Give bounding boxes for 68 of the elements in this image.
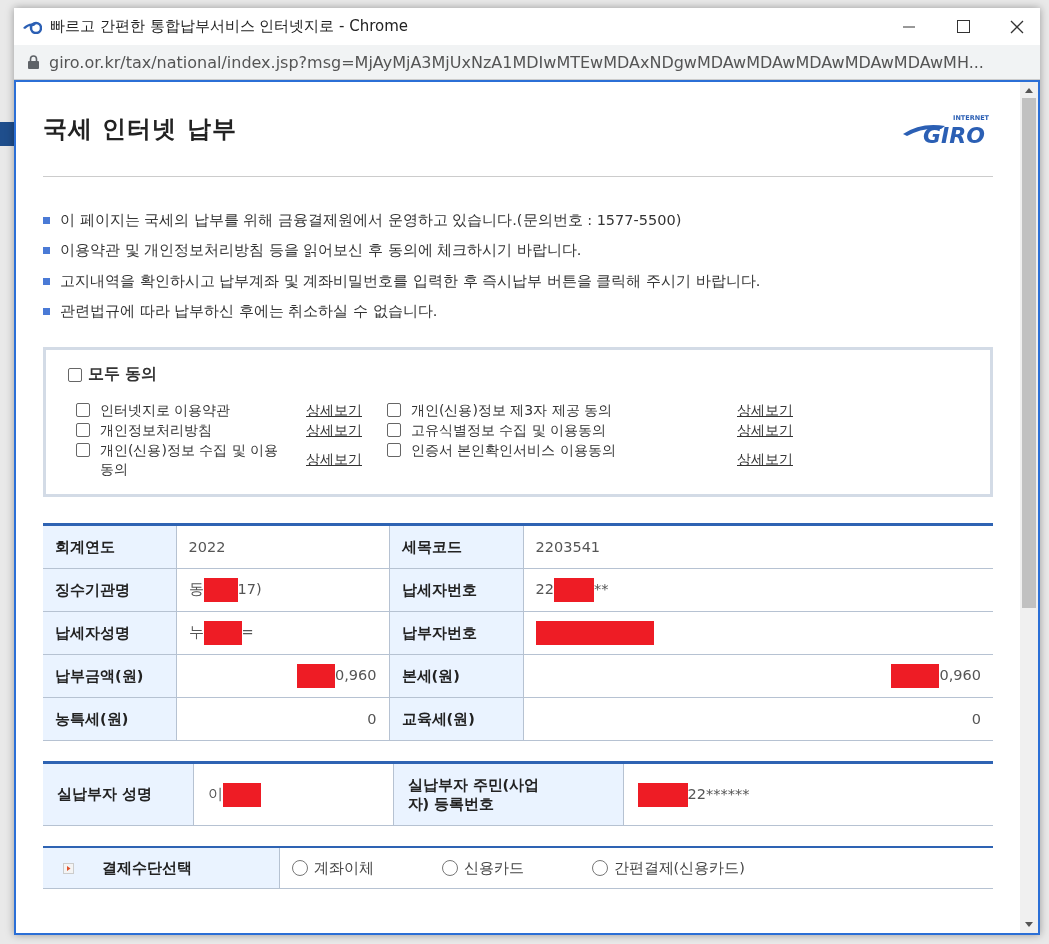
bullet-icon [43, 216, 50, 224]
checkbox[interactable] [68, 367, 82, 382]
bullet-icon [43, 247, 50, 255]
bullet-icon [43, 308, 50, 316]
scroll-up-icon[interactable] [1024, 86, 1034, 94]
agreement-label: 인증서 본인확인서비스 이용동의 [411, 441, 616, 460]
notice-text: 고지내역을 확인하시고 납부계좌 및 계좌비밀번호를 입력한 후 즉시납부 버튼을 클릭해 주시기 바랍니다. [60, 271, 761, 291]
cell-text: 동 [188, 581, 204, 597]
scroll-down-icon[interactable] [1024, 921, 1034, 929]
notice-text: 관련법규에 따라 납부하신 후에는 취소하실 수 없습니다. [60, 302, 438, 322]
cell-text: 0 [367, 711, 377, 727]
cell-text: 22****** [687, 785, 750, 802]
radio-label[interactable]: 간편결제(신용카드) [613, 858, 745, 878]
field-label: 실납부자 성명 [57, 785, 153, 804]
field-label: 회계연도 [55, 538, 115, 555]
cell-text: 2203541 [535, 539, 601, 555]
cell-text: 0,960 [335, 667, 377, 683]
cell-text: 17) [237, 581, 262, 597]
details-link[interactable]: 상세보기 [737, 451, 817, 469]
details-link[interactable]: 상세보기 [737, 421, 817, 440]
details-link[interactable]: 상세보기 [306, 421, 387, 440]
agree-all-label: 모두 동의 [88, 364, 158, 385]
field-label: 본세(원) [401, 667, 460, 684]
radio-label[interactable]: 신용카드 [463, 858, 524, 878]
field-label: 납부자번호 [401, 624, 477, 641]
cell-text: 0,960 [939, 667, 981, 683]
field-label: 세목코드 [401, 538, 462, 555]
close-icon[interactable] [1010, 19, 1024, 34]
field-label: 교육세(원) [401, 710, 475, 727]
agreement-label: 개인(신용)정보 수집 및 이용 동의 [100, 441, 280, 479]
page-title: 국세 인터넷 납부 [43, 114, 237, 145]
field-label: 결제수단선택 [102, 858, 192, 878]
cell-text: 2022 [188, 539, 226, 555]
cell-text: ** [593, 581, 609, 597]
field-label: 실납부자 주민(사업자) 등록번호 [407, 775, 541, 814]
checkbox[interactable] [387, 423, 401, 437]
lock-icon [28, 55, 39, 69]
agreement-label: 고유식별정보 수집 및 이용동의 [411, 421, 607, 440]
field-label: 납세자성명 [55, 624, 130, 641]
app-icon [22, 19, 42, 34]
checkbox[interactable] [76, 423, 90, 437]
agreement-label: 개인(신용)정보 제3자 제공 동의 [411, 401, 613, 420]
field-label: 농특세(원) [55, 710, 129, 727]
notice-text: 이용약관 및 개인정보처리방침 등을 읽어보신 후 동의에 체크하시기 바랍니다. [60, 241, 582, 261]
details-link[interactable]: 상세보기 [737, 401, 817, 420]
bullet-icon [43, 277, 50, 285]
checkbox[interactable] [76, 403, 90, 417]
cell-text: 누 [188, 624, 204, 640]
field-label: 납세자번호 [401, 581, 477, 598]
cell-text: 0 [971, 711, 981, 727]
maximize-icon[interactable] [956, 20, 970, 33]
scrollbar-thumb[interactable] [1022, 98, 1036, 608]
background-page [0, 122, 14, 146]
field-label: 징수기관명 [55, 581, 130, 598]
radio-label[interactable]: 계좌이체 [313, 858, 374, 878]
details-link[interactable]: 상세보기 [306, 451, 387, 469]
checkbox[interactable] [387, 403, 401, 417]
cell-text: 이 [207, 785, 223, 802]
agreement-label: 개인정보처리방침 [100, 421, 212, 440]
checkbox[interactable] [76, 443, 90, 457]
details-link[interactable]: 상세보기 [306, 401, 387, 420]
checkbox[interactable] [387, 443, 401, 457]
window-title: 빠르고 간편한 통합납부서비스 인터넷지로 - Chrome [50, 17, 410, 36]
cell-text: 22 [535, 581, 554, 597]
agreement-label: 인터넷지로 이용약관 [100, 401, 231, 420]
notice-text: 이 페이지는 국세의 납부를 위해 금융결제원에서 운영하고 있습니다.(문의번호 : 1577-5500) [60, 210, 682, 230]
cell-text: = [241, 624, 254, 640]
field-label: 납부금액(원) [55, 667, 144, 684]
